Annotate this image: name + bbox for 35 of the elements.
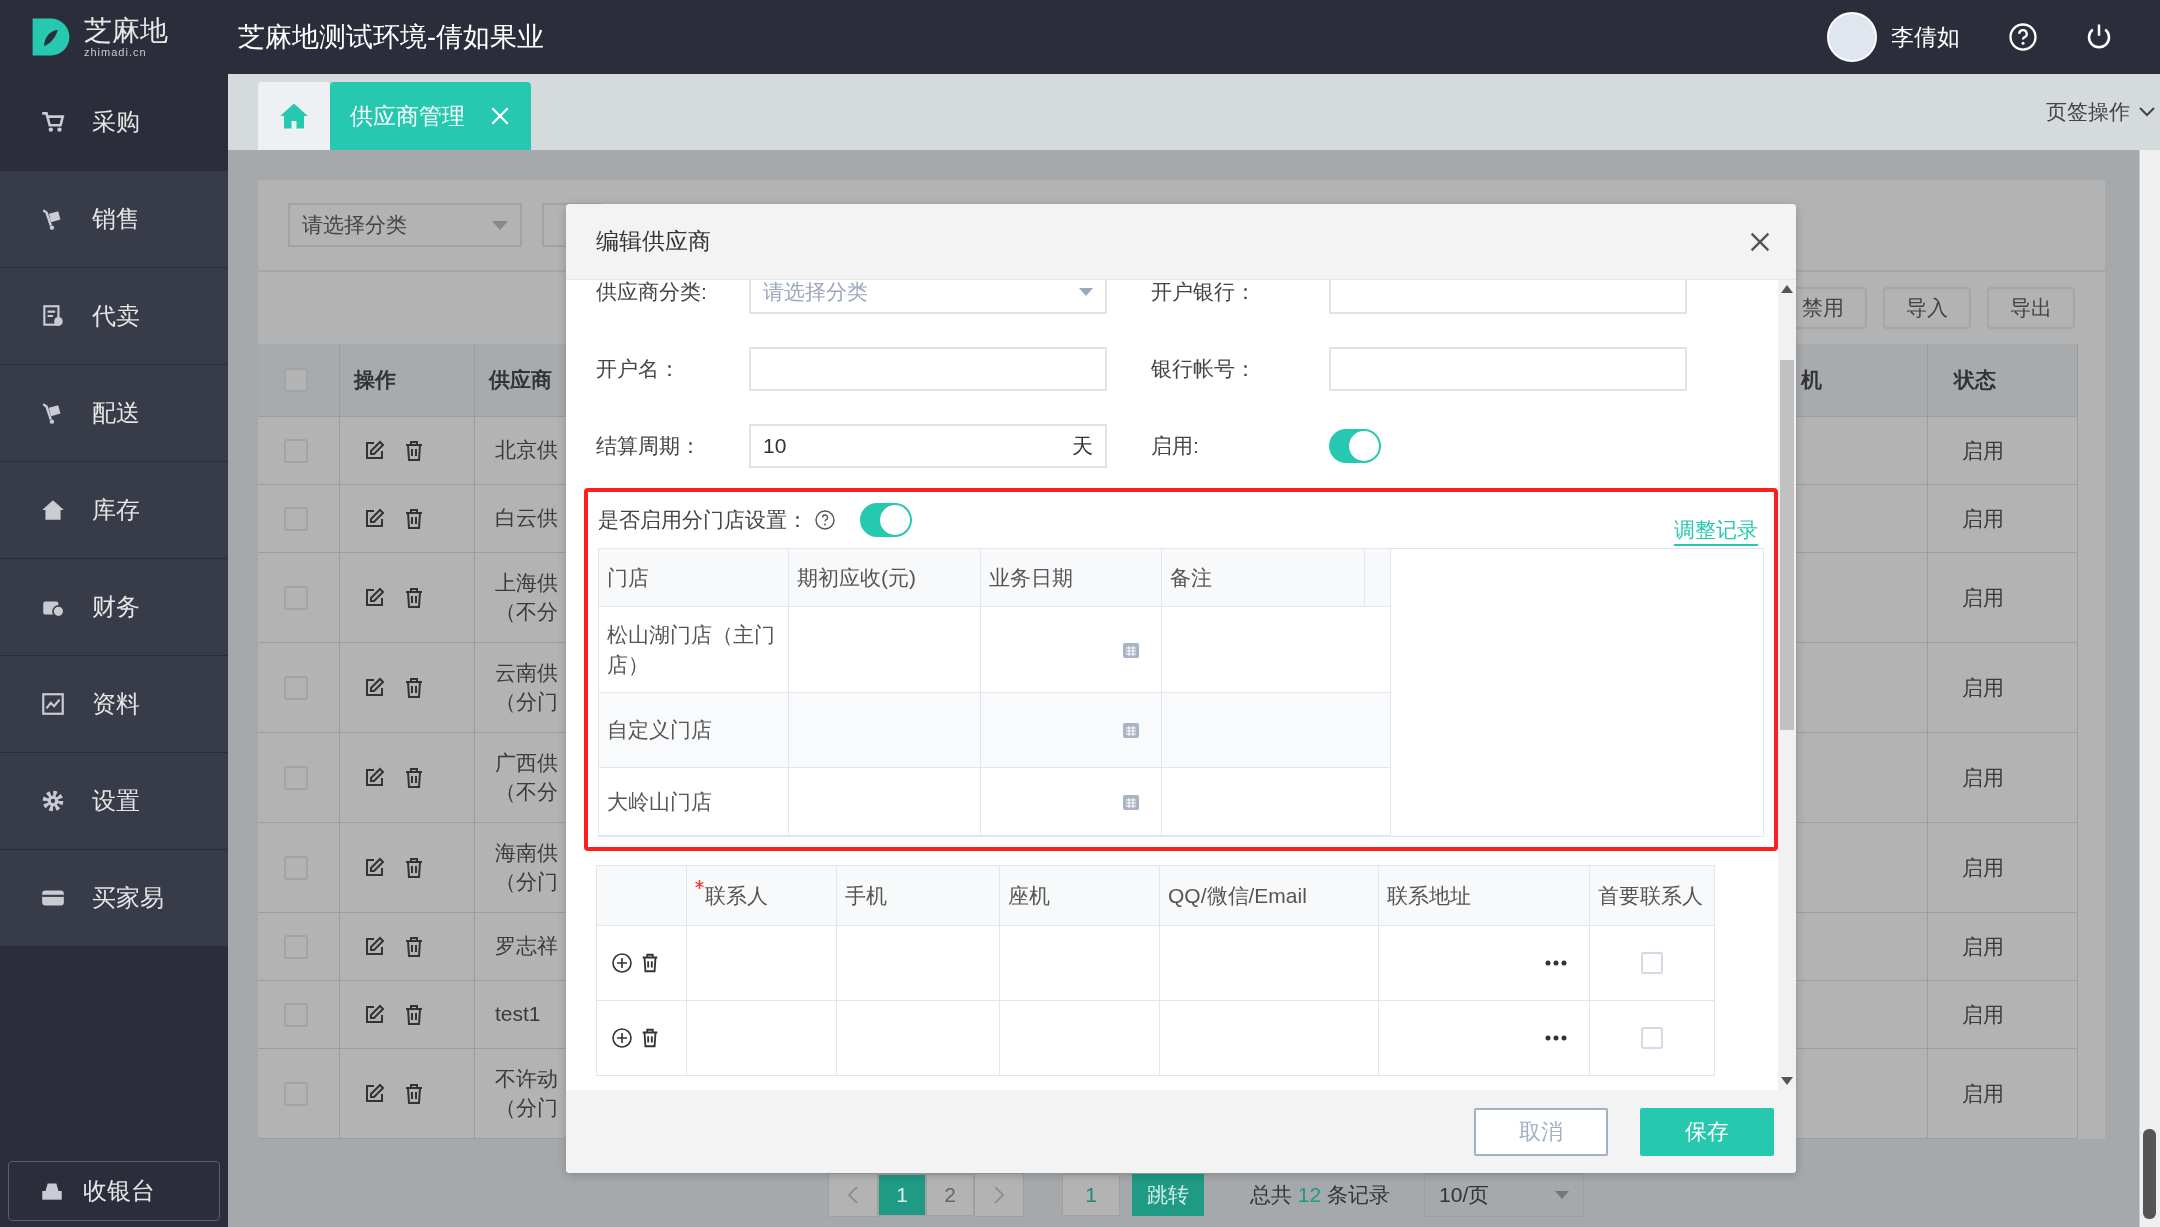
column-header: 首要联系人 bbox=[1598, 882, 1703, 909]
column-header: QQ/微信/Email bbox=[1168, 882, 1307, 909]
table-cell: 启用 bbox=[1928, 485, 2078, 553]
column-header: 备注 bbox=[1162, 549, 1365, 607]
column-header: 门店 bbox=[599, 549, 789, 607]
table-cell: 启用 bbox=[1928, 1049, 2078, 1139]
table-cell-text: 自定义门店 bbox=[607, 717, 712, 744]
column-header: 联系人 bbox=[705, 882, 768, 909]
table-cell: 启用 bbox=[1928, 417, 2078, 485]
table-cell: 启用 bbox=[1928, 981, 2078, 1049]
app-title: 芝麻地测试环境-倩如果业 bbox=[238, 21, 545, 54]
column-header: 状态 bbox=[1928, 344, 2078, 417]
table-cell: 启用 bbox=[1928, 823, 2078, 913]
column-header: 手机 bbox=[845, 882, 887, 909]
table-cell-text: 大岭山门店 bbox=[607, 788, 712, 815]
column-header: 业务日期 bbox=[981, 549, 1162, 607]
column-header: 座机 bbox=[1008, 882, 1050, 909]
column-header: 操作 bbox=[340, 344, 475, 417]
table-cell: 启用 bbox=[1928, 733, 2078, 823]
column-header: 期初应收(元) bbox=[789, 549, 981, 607]
dialog-title: 编辑供应商 bbox=[596, 227, 711, 256]
table-cell: 启用 bbox=[1928, 643, 2078, 733]
field-label: 启用: bbox=[1150, 433, 1200, 459]
field-label: 开户名： bbox=[596, 356, 681, 382]
total-records: 总共 12 条记录 bbox=[1250, 1182, 1391, 1208]
column-header: 联系地址 bbox=[1387, 882, 1471, 909]
field-label: 结算周期： bbox=[596, 433, 702, 459]
table-cell: 启用 bbox=[1928, 553, 2078, 643]
field-label: 开户银行： bbox=[1150, 280, 1257, 305]
logo-text: 芝麻地 bbox=[84, 16, 168, 45]
table-cell: 启用 bbox=[1928, 913, 2078, 981]
logo-subtext: zhimadi.cn bbox=[84, 46, 148, 58]
field-label: 是否启用分门店设置： bbox=[598, 507, 808, 533]
field-label: 供应商分类: bbox=[596, 280, 708, 305]
field-label: 银行帐号： bbox=[1150, 356, 1257, 382]
